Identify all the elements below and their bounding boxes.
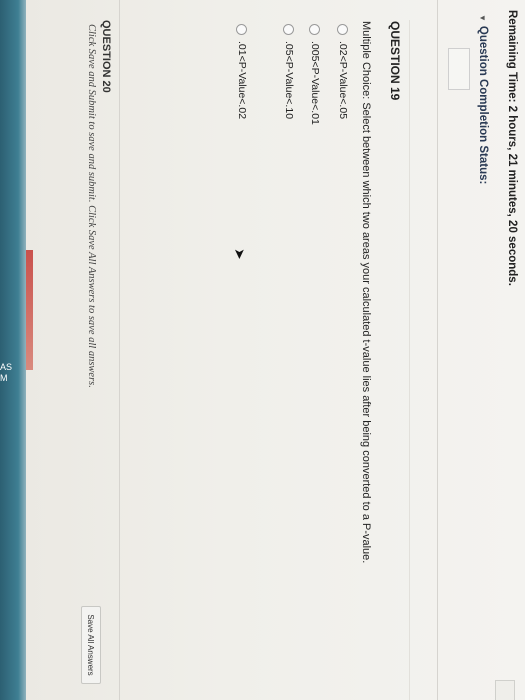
answer-option[interactable]: .005<P-Value<.01: [309, 24, 321, 125]
edge-text: AS: [0, 362, 13, 372]
answer-option[interactable]: .02<P-Value<.05: [337, 24, 349, 119]
completion-status-label: Question Completion Status:: [477, 25, 489, 185]
next-question-title: QUESTION 20: [100, 20, 112, 93]
radio-button[interactable]: [309, 24, 321, 35]
answer-option-label: .01<P-Value<.02: [236, 41, 248, 120]
test-page: Remaining Time: 2 hours, 21 minutes, 20 …: [26, 0, 525, 700]
answer-option[interactable]: .01<P-Value<.02: [236, 24, 248, 119]
completion-status-panel: [448, 48, 470, 90]
adjacent-window-edge: AS M: [0, 0, 26, 700]
remaining-time-value: 2 hours, 21 minutes, 20 seconds.: [506, 105, 518, 286]
answer-option-label: .05<P-Value<.10: [283, 41, 295, 120]
answer-option-label: .005<P-Value<.01: [309, 41, 321, 125]
save-all-answers-button[interactable]: Save All Answers: [81, 606, 101, 684]
page-tab: [495, 680, 515, 700]
question-text: Multiple Choice: Select between which tw…: [360, 21, 372, 564]
remaining-time: Remaining Time: 2 hours, 21 minutes, 20 …: [506, 10, 518, 286]
mouse-cursor-icon: ➤: [232, 248, 248, 260]
remaining-time-label: Remaining Time:: [506, 10, 518, 103]
divider: [119, 0, 120, 700]
question-title: QUESTION 19: [388, 21, 402, 101]
answer-option[interactable]: .05<P-Value<.10: [283, 24, 295, 119]
divider: [409, 20, 410, 700]
radio-button[interactable]: [236, 24, 248, 35]
radio-button[interactable]: [337, 24, 349, 35]
answer-option-label: .02<P-Value<.05: [337, 41, 349, 120]
question-completion-status[interactable]: ▼ Question Completion Status:: [477, 14, 489, 184]
background-stripe: [26, 250, 33, 370]
save-instructions: Click Save and Submit to save and submit…: [86, 24, 97, 388]
divider: [437, 0, 438, 700]
edge-text: M: [0, 373, 8, 383]
radio-button[interactable]: [283, 24, 295, 35]
expand-triangle-icon[interactable]: ▼: [478, 14, 487, 22]
